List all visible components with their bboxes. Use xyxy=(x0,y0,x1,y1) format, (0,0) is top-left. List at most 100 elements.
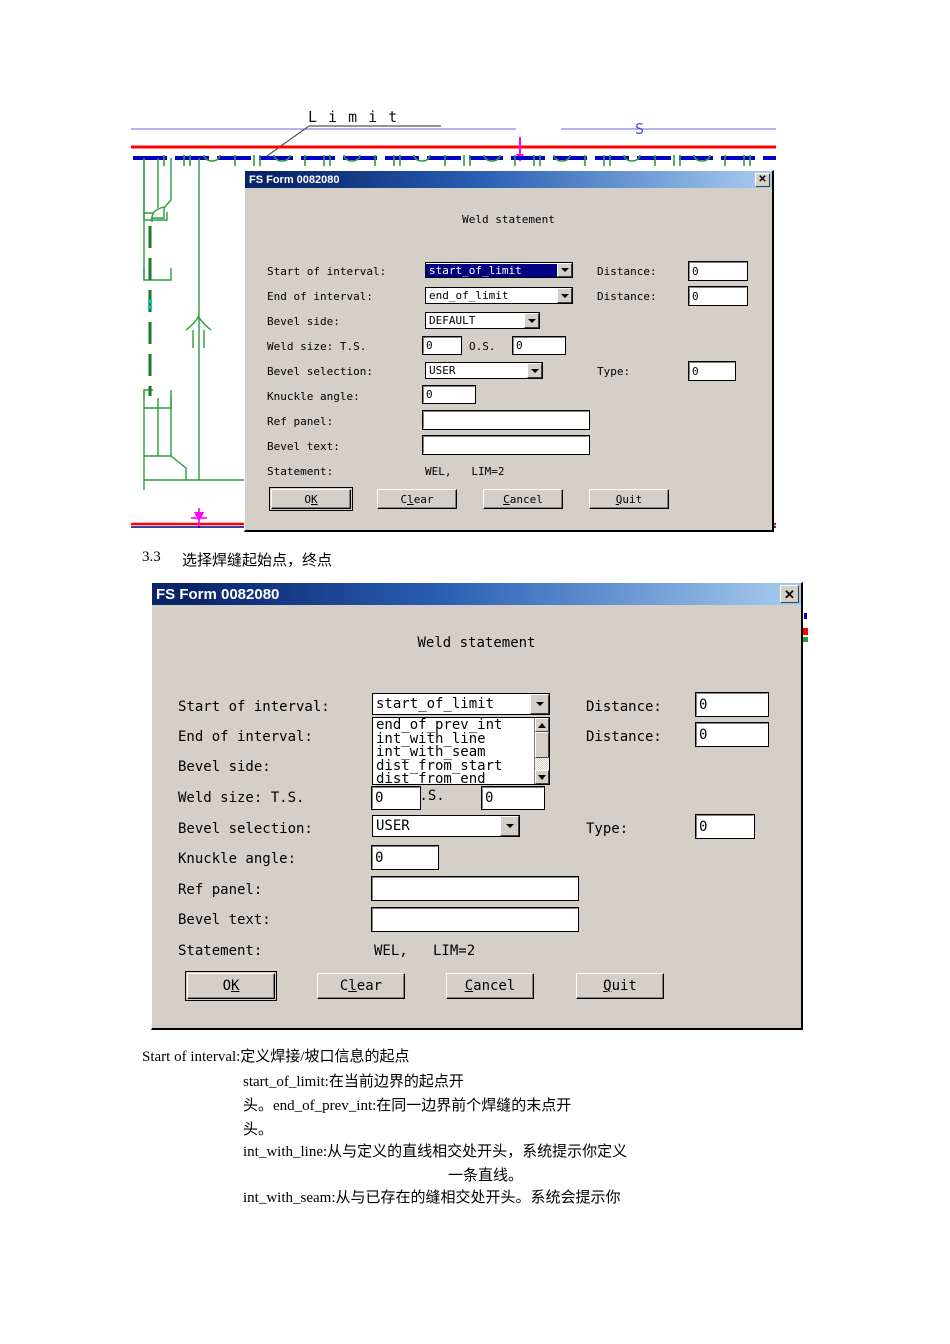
label-end-of-interval: End of interval: xyxy=(178,729,313,745)
label-weld-size: Weld size: T.S. xyxy=(267,340,367,353)
start-of-interval-value: start_of_limit xyxy=(426,263,557,277)
weld-size-os-input[interactable]: 0 xyxy=(481,786,545,810)
label-distance-2: Distance: xyxy=(597,290,657,303)
clear-button-label: Clear xyxy=(400,492,434,506)
weld-size-os-input[interactable]: 0 xyxy=(512,336,566,355)
label-os: O.S. xyxy=(469,340,496,353)
clear-button[interactable]: Clear xyxy=(317,973,405,999)
bevel-text-input[interactable] xyxy=(422,435,590,455)
label-distance-1: Distance: xyxy=(597,265,657,278)
chevron-down-icon[interactable] xyxy=(527,363,542,378)
chevron-down-icon[interactable] xyxy=(524,313,539,328)
dialog1-title: FS Form 0082080 xyxy=(249,173,340,186)
note-line-5: int_with_line:从与定义的直线相交处开头，系统提示你定义 xyxy=(243,1144,628,1160)
weld-size-ts-input[interactable]: 0 xyxy=(371,786,421,810)
distance-2-input[interactable]: 0 xyxy=(695,722,769,747)
s-label: S xyxy=(635,120,645,138)
limit-label: L i m i t xyxy=(308,108,399,126)
close-icon[interactable]: ✕ xyxy=(755,172,770,187)
dropdown-option[interactable]: dist_from_end xyxy=(373,772,534,784)
end-of-interval-combo[interactable]: end_of_limit xyxy=(425,287,573,304)
ok-button[interactable]: OK xyxy=(269,487,353,511)
dropdown-options[interactable]: end_of_prev_int int_with_line int_with_s… xyxy=(373,718,534,784)
clear-button[interactable]: Clear xyxy=(377,489,457,509)
label-bevel-side: Bevel side: xyxy=(267,315,340,328)
quit-button-label: Quit xyxy=(615,492,643,506)
cancel-button-label: Cancel xyxy=(464,978,516,994)
bevel-side-value: DEFAULT xyxy=(429,314,476,327)
bevel-selection-combo[interactable]: USER xyxy=(372,815,520,837)
start-of-interval-combo[interactable]: start_of_limit xyxy=(372,693,550,715)
knuckle-angle-input[interactable]: 0 xyxy=(371,845,439,870)
distance-1-input[interactable]: 0 xyxy=(695,692,769,717)
end-of-interval-value: end_of_limit xyxy=(429,289,509,302)
chevron-down-icon[interactable] xyxy=(557,288,572,303)
label-start-of-interval: Start of interval: xyxy=(267,265,387,278)
note-line-3: 头。end_of_prev_int:在同一边界前个焊缝的末点开 xyxy=(243,1098,572,1114)
label-ref-panel: Ref panel: xyxy=(178,882,263,898)
scroll-down-icon[interactable] xyxy=(535,770,549,784)
label-weld-size: Weld size: T.S. xyxy=(178,790,305,806)
cad-artifact-red xyxy=(803,628,808,635)
label-end-of-interval: End of interval: xyxy=(267,290,373,303)
clear-button-label: Clear xyxy=(339,978,383,994)
scrollbar-thumb[interactable] xyxy=(535,732,549,758)
distance-2-input[interactable]: 0 xyxy=(688,286,748,306)
label-ref-panel: Ref panel: xyxy=(267,415,334,428)
label-knuckle-angle: Knuckle angle: xyxy=(267,390,360,403)
label-type: Type: xyxy=(597,365,631,378)
section-number: 3.3 xyxy=(142,549,161,565)
type-input[interactable]: 0 xyxy=(695,814,755,839)
type-input[interactable]: 0 xyxy=(688,361,736,381)
label-start-of-interval: Start of interval: xyxy=(178,699,330,715)
note-line-7: int_with_seam:从与已存在的缝相交处开头。系统会提示你 xyxy=(243,1190,621,1206)
dropdown-scrollbar[interactable] xyxy=(534,718,549,784)
quit-button[interactable]: Quit xyxy=(576,973,664,999)
label-bevel-side: Bevel side: xyxy=(178,759,271,775)
close-icon[interactable]: ✕ xyxy=(780,585,799,603)
bevel-selection-value: USER xyxy=(376,818,410,834)
start-of-interval-combo[interactable]: start_of_limit xyxy=(425,262,573,278)
ref-panel-input[interactable] xyxy=(371,876,579,901)
cad-artifact-blue xyxy=(804,613,807,619)
chevron-down-icon[interactable] xyxy=(500,816,519,836)
weld-statement-dialog-1[interactable]: FS Form 0082080 ✕ Weld statement Start o… xyxy=(244,170,774,532)
chevron-down-icon[interactable] xyxy=(530,694,549,714)
label-bevel-selection: Bevel selection: xyxy=(178,821,313,837)
cancel-button[interactable]: Cancel xyxy=(446,973,534,999)
label-knuckle-angle: Knuckle angle: xyxy=(178,851,297,867)
bevel-side-combo[interactable]: DEFAULT xyxy=(425,312,540,329)
note-line-6: 一条直线。 xyxy=(448,1168,524,1184)
weld-size-ts-input[interactable]: 0 xyxy=(422,336,462,355)
start-of-interval-dropdown-list[interactable]: end_of_prev_int int_with_line int_with_s… xyxy=(372,717,550,785)
scrollbar-track[interactable] xyxy=(535,732,549,770)
bevel-selection-combo[interactable]: USER xyxy=(425,362,543,379)
start-of-interval-value: start_of_limit xyxy=(376,696,495,712)
dialog2-title: FS Form 0082080 xyxy=(156,585,280,603)
chevron-down-icon[interactable] xyxy=(557,263,572,277)
ref-panel-input[interactable] xyxy=(422,410,590,430)
note-line-4: 头。 xyxy=(243,1122,274,1138)
cancel-button[interactable]: Cancel xyxy=(483,489,563,509)
knuckle-angle-input[interactable]: 0 xyxy=(422,385,476,404)
distance-1-input[interactable]: 0 xyxy=(688,261,748,281)
label-statement: Statement: xyxy=(267,465,334,478)
quit-button-label: Quit xyxy=(603,978,637,994)
scroll-up-icon[interactable] xyxy=(535,718,549,732)
note-line-2: start_of_limit:在当前边界的起点开 xyxy=(243,1074,464,1090)
dialog2-titlebar[interactable]: FS Form 0082080 ✕ xyxy=(152,583,801,605)
weld-statement-dialog-2[interactable]: FS Form 0082080 ✕ Weld statement Start o… xyxy=(151,582,803,1030)
note-line-1: Start of interval:定义焊接/坡口信息的起点 xyxy=(142,1049,410,1065)
dialog1-titlebar[interactable]: FS Form 0082080 ✕ xyxy=(245,171,772,188)
dialog1-form-title: Weld statement xyxy=(462,213,555,226)
bevel-selection-value: USER xyxy=(429,364,456,377)
label-bevel-text: Bevel text: xyxy=(267,440,340,453)
quit-button[interactable]: Quit xyxy=(589,489,669,509)
ok-button[interactable]: OK xyxy=(185,971,277,1001)
label-type: Type: xyxy=(586,821,629,837)
ok-button-label: OK xyxy=(222,978,240,994)
label-distance-2: Distance: xyxy=(586,729,662,745)
statement-value: WEL, LIM=2 xyxy=(425,465,505,478)
label-distance-1: Distance: xyxy=(586,699,662,715)
bevel-text-input[interactable] xyxy=(371,907,579,932)
